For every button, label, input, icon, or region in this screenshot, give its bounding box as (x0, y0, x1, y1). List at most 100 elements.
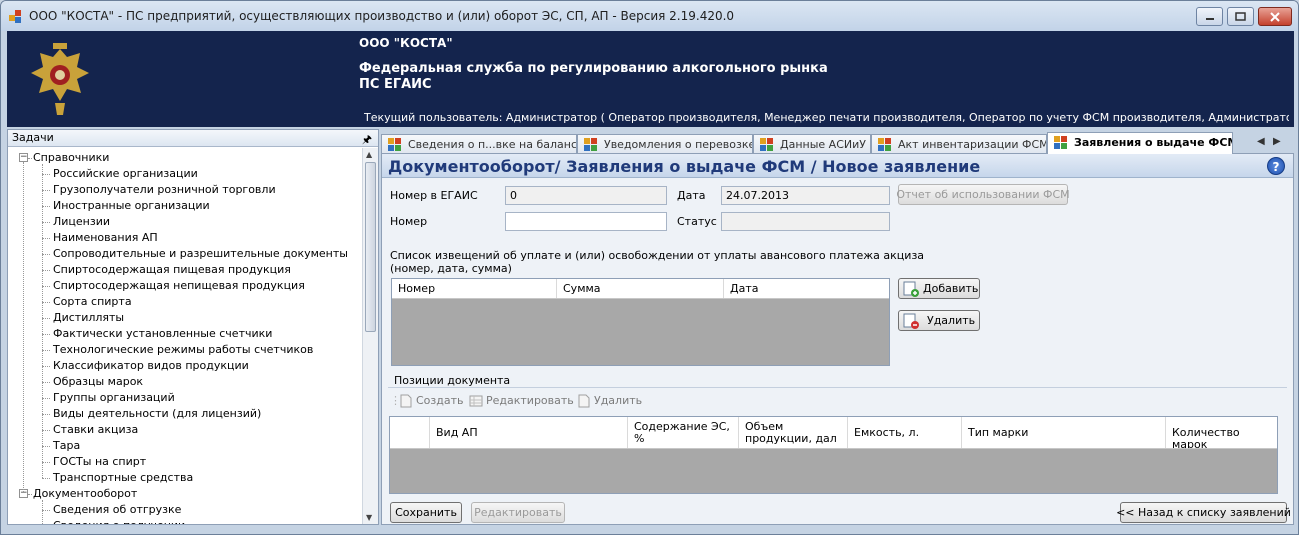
add-notice-button[interactable]: Добавить (898, 278, 980, 299)
column-header-stamp-count[interactable]: Количество марок (1166, 417, 1277, 449)
tree-item[interactable]: Фактически установленные счетчики (53, 327, 272, 340)
doc-tab-icon (760, 138, 773, 151)
delete-notice-button[interactable]: Удалить (898, 310, 980, 331)
tree-line (28, 158, 32, 159)
tab-scroll-right-icon[interactable]: ▶ (1273, 136, 1281, 147)
tree-item[interactable]: Наименования АП (53, 231, 158, 244)
tree-item[interactable]: Сопроводительные и разрешительные докуме… (53, 247, 348, 260)
new-doc-icon (400, 394, 412, 408)
number-label: Номер (390, 215, 428, 228)
tree-item[interactable]: Ставки акциза (53, 423, 138, 436)
tree-node-group[interactable]: Документооборот (33, 487, 137, 500)
fsm-report-button[interactable]: Отчет об использовании ФСМ (896, 184, 1070, 205)
column-header-number[interactable]: Номер (392, 279, 557, 298)
form-title-bar: Документооборот/ Заявления о выдаче ФСМ … (382, 154, 1293, 178)
edit-position-label: Редактировать (486, 394, 574, 407)
delete-position-button[interactable]: Удалить (577, 394, 642, 414)
column-header-sum[interactable]: Сумма (557, 279, 724, 298)
tree-collapse-icon[interactable]: − (19, 153, 28, 162)
delete-notice-label: Удалить (927, 314, 976, 327)
column-header-date[interactable]: Дата (724, 279, 889, 298)
tree-item[interactable]: Транспортные средства (53, 471, 193, 484)
notices-caption-sub: (номер, дата, сумма) (390, 262, 512, 275)
notices-grid[interactable]: Номер Сумма Дата (391, 278, 890, 366)
tree-item[interactable]: Сорта спирта (53, 295, 132, 308)
column-header-volume[interactable]: Объем продукции, дал (739, 417, 848, 448)
tree-scrollbar[interactable]: ▲ ▼ (362, 148, 378, 524)
delete-doc-icon (578, 394, 590, 408)
help-icon[interactable]: ? (1267, 157, 1285, 175)
tab-label: Уведомления о перевозке (604, 138, 753, 151)
edit-table-icon (469, 395, 483, 407)
maximize-button[interactable] (1227, 7, 1254, 26)
tree-item[interactable]: Образцы марок (53, 375, 143, 388)
tree-line (42, 398, 50, 399)
tree-item[interactable]: ГОСТы на спирт (53, 455, 146, 468)
tree-line (42, 350, 50, 351)
column-header-alcohol-content[interactable]: Содержание ЭС, % (628, 417, 739, 448)
save-button[interactable]: Сохранить (390, 502, 462, 523)
tab-asiiu-data[interactable]: Данные АСИиУ (753, 134, 871, 154)
scroll-up-icon[interactable]: ▲ (366, 150, 372, 159)
tab-transport-notices[interactable]: Уведомления о перевозке (577, 134, 753, 154)
restore-icon (1235, 12, 1246, 21)
tree-item[interactable]: Виды деятельности (для лицензий) (53, 407, 261, 420)
minimize-button[interactable] (1196, 7, 1223, 26)
tree-line (28, 494, 32, 495)
status-field[interactable] (721, 212, 890, 231)
column-header-stamp-type[interactable]: Тип марки (962, 417, 1166, 448)
tree-item[interactable]: Спиртосодержащая пищевая продукция (53, 263, 291, 276)
tree-line (42, 222, 50, 223)
column-header-capacity[interactable]: Емкость, л. (848, 417, 962, 448)
tree-line (42, 302, 50, 303)
current-user-info: Текущий пользователь: Администратор ( Оп… (364, 111, 1289, 124)
tree-node-group[interactable]: Справочники (33, 151, 109, 164)
tree-item[interactable]: Лицензии (53, 215, 110, 228)
tree-item[interactable]: Спиртосодержащая непищевая продукция (53, 279, 305, 292)
tree-item[interactable]: Группы организаций (53, 391, 175, 404)
number-field[interactable] (505, 212, 667, 231)
tree-item[interactable]: Дистилляты (53, 311, 124, 324)
scroll-down-icon[interactable]: ▼ (366, 513, 372, 522)
positions-grid[interactable]: Вид АП Содержание ЭС, % Объем продукции,… (389, 416, 1278, 494)
column-header-product-type[interactable]: Вид АП (430, 417, 628, 448)
positions-grid-header: Вид АП Содержание ЭС, % Объем продукции,… (390, 417, 1277, 449)
system-name: ПС ЕГАИС (359, 77, 432, 92)
delete-doc-icon (903, 313, 919, 329)
create-position-button[interactable]: Создать (399, 394, 464, 414)
date-field[interactable]: 24.07.2013 (721, 186, 890, 205)
tree-line (42, 190, 50, 191)
tree-line (42, 430, 50, 431)
tree-item[interactable]: Тара (53, 439, 80, 452)
tree-line (42, 286, 50, 287)
app-icon (9, 10, 21, 23)
scrollbar-thumb[interactable] (365, 162, 376, 332)
tab-balance-info[interactable]: Сведения о п...вке на баланс (381, 134, 577, 154)
tree-item[interactable]: Грузополучатели розничной торговли (53, 183, 276, 196)
tab-fsm-inventory[interactable]: Акт инвентаризации ФСМ (871, 134, 1047, 154)
doc-tab-icon (878, 138, 891, 151)
egais-number-field[interactable]: 0 (505, 186, 667, 205)
back-to-list-button[interactable]: << Назад к списку заявлений (1116, 502, 1291, 523)
close-button[interactable] (1258, 7, 1292, 26)
tree-item[interactable]: Российские организации (53, 167, 198, 180)
tree-line (42, 510, 50, 511)
edit-button[interactable]: Редактировать (471, 502, 565, 523)
tree-item[interactable]: Иностранные организации (53, 199, 210, 212)
tree-line (42, 270, 50, 271)
tree-item[interactable]: Сведения о получении (53, 519, 185, 524)
tab-scroll-left-icon[interactable]: ◀ (1257, 136, 1265, 147)
tree-item[interactable]: Технологические режимы работы счетчиков (53, 343, 313, 356)
tree-line (42, 206, 50, 207)
tree-line (42, 164, 43, 478)
delete-position-label: Удалить (594, 394, 643, 407)
tree-line (42, 462, 50, 463)
tree-item[interactable]: Классификатор видов продукции (53, 359, 249, 372)
tree-line (42, 478, 50, 479)
notices-grid-header: Номер Сумма Дата (392, 279, 889, 299)
tree-item[interactable]: Сведения об отгрузке (53, 503, 181, 516)
tree-line (42, 334, 50, 335)
edit-position-button[interactable]: Редактировать (469, 394, 574, 414)
tree-line (23, 162, 24, 492)
tab-fsm-applications[interactable]: Заявления о выдаче ФСМ (1047, 132, 1233, 154)
